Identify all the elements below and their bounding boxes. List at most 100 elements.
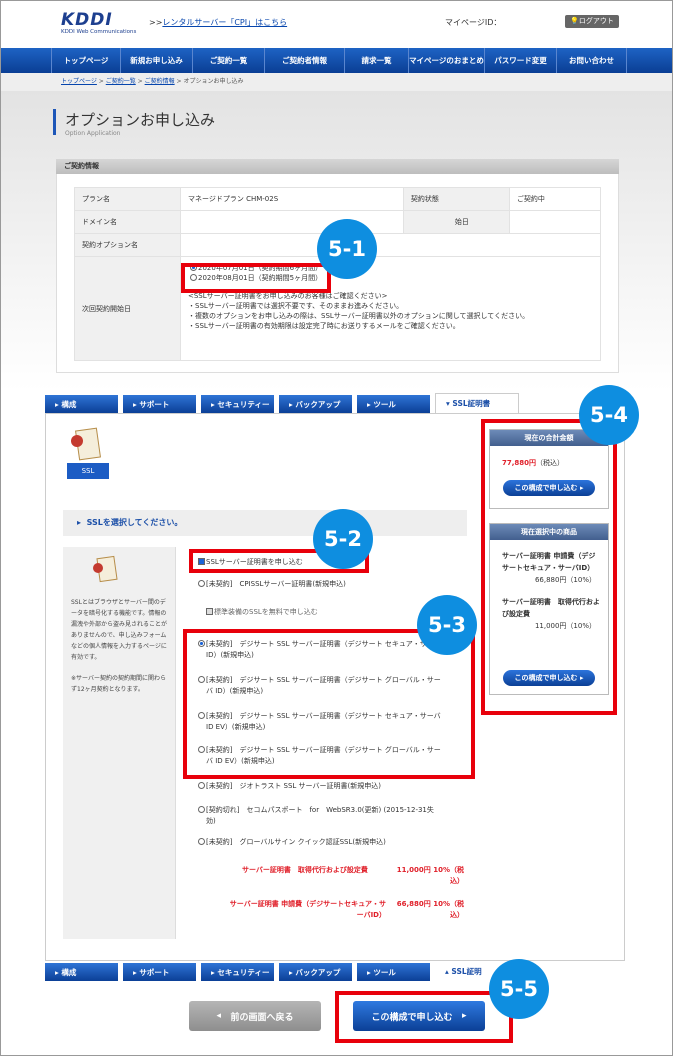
ssl-select-heading: ▸ SSLを選択してください。 (63, 510, 467, 536)
checkbox-icon[interactable] (206, 608, 213, 615)
cpi-link[interactable]: レンタルサーバー「CPI」はこちら (162, 18, 287, 27)
tab-support[interactable]: ▸ サポート (123, 963, 196, 981)
lightbulb-icon: 💡 (570, 17, 579, 25)
option-free-ssl[interactable]: 標準装備のSSLを無料で申し込む (206, 607, 318, 618)
cpi-link-row: >>レンタルサーバー「CPI」はこちら (149, 17, 287, 28)
breadcrumb-top[interactable]: トップページ (61, 78, 97, 85)
fee-label-text: サーバー証明書 申請費（デジサートセキュア・サ (229, 900, 386, 908)
fee-value-text-2: 込） (450, 877, 464, 885)
option-globalsign[interactable]: [未契約] グローバルサイン クイック認証SSL(新規申込) (198, 837, 386, 848)
breadcrumb-contract-info[interactable]: ご契約情報 (145, 78, 175, 85)
option-label: 契約オプション名 (74, 233, 181, 257)
tab-label: サポート (139, 399, 170, 409)
annotation-box-5-3 (183, 629, 475, 779)
tab-security[interactable]: ▸ セキュリティー (201, 395, 274, 413)
tab-label: サポート (139, 967, 170, 977)
nav-item-top[interactable]: トップページ (51, 48, 121, 73)
tab-config[interactable]: ▸ 構成 (45, 395, 118, 413)
radio-icon[interactable] (198, 782, 205, 789)
radio-icon[interactable] (198, 580, 205, 587)
nav-item-new[interactable]: 新規お申し込み (121, 48, 193, 73)
tab-label: セキュリティー (217, 967, 270, 977)
certificate-icon (93, 555, 119, 587)
nav-item-billing[interactable]: 請求一覧 (345, 48, 409, 73)
tab-security[interactable]: ▸ セキュリティー (201, 963, 274, 981)
fee-value-text: 66,880円 10%（税 (396, 900, 464, 908)
nav-item-password[interactable]: パスワード変更 (485, 48, 557, 73)
start-date-value (508, 210, 602, 234)
next-start-label: 次回契約開始日 (74, 256, 181, 361)
tab-label: ツール (373, 399, 396, 409)
annotation-badge-5-4: 5-4 (579, 385, 639, 445)
note-line: ・SSLサーバー証明書では選択不要です、そのままお進みください。 (188, 302, 404, 310)
back-button[interactable]: ◂ 前の画面へ戻る (189, 1001, 321, 1031)
nav-item-mypage-bundle[interactable]: マイページのおまとめ (409, 48, 485, 73)
tab-ssl[interactable]: ▾ SSL証明書 (435, 393, 519, 413)
option-label: [未契約] CPISSLサーバー証明書(新規申込) (206, 580, 346, 588)
option-label: [契約切れ] セコムパスポート for WebSR3.0(更新) (2015-1… (206, 806, 434, 814)
tab-bar-top: ▸ 構成 ▸ サポート ▸ セキュリティー ▸ バックアップ ▸ ツール ▾ S… (45, 393, 625, 413)
tab-support[interactable]: ▸ サポート (123, 395, 196, 413)
logout-label: ログアウト (578, 17, 614, 25)
page-title: オプションお申し込み (65, 111, 216, 129)
fee-label-text-2: ーバID） (356, 911, 386, 919)
fee-value-text-2: 込） (450, 911, 464, 919)
annotation-badge-5-2: 5-2 (313, 509, 373, 569)
header: KDDI KDDI Web Communications >>レンタルサーバー「… (1, 1, 672, 47)
nav-item-contracts[interactable]: ご契約一覧 (193, 48, 265, 73)
plan-value: マネージドプラン CHM-02S (180, 187, 404, 211)
option-label: [未契約] ジオトラスト SSL サーバー証明書(新規申込) (206, 782, 381, 790)
page-subtitle: Option Application (65, 130, 121, 137)
contract-info-heading: ご契約情報 (56, 159, 619, 174)
ssl-info-paragraph: SSLとはブラウザとサーバー間のデータを暗号化する機能です。情報の漏洩や外部から… (71, 599, 168, 661)
tab-label: セキュリティー (217, 399, 270, 409)
tab-label: 構成 (61, 399, 77, 409)
tab-label: バックアップ (295, 399, 341, 409)
kddi-logo[interactable]: KDDI KDDI Web Communications (61, 11, 141, 39)
main-nav: トップページ 新規お申し込み ご契約一覧 ご契約者情報 請求一覧 マイページのお… (1, 48, 672, 73)
status-label: 契約状態 (402, 187, 510, 211)
breadcrumb-current: オプションお申し込み (183, 78, 244, 85)
option-geotrust[interactable]: [未契約] ジオトラスト SSL サーバー証明書(新規申込) (198, 781, 381, 792)
option-value (180, 233, 601, 257)
fee-value: 66,880円 10%（税込） (394, 899, 464, 921)
ssl-info-text: SSLとはブラウザとサーバー間のデータを暗号化する機能です。情報の漏洩や外部から… (71, 597, 169, 695)
ssl-certificate-icon: SSL (67, 427, 109, 481)
note-line: ・複数のオプションをお申し込みの際は、SSLサーバー証明書以外のオプションに関し… (188, 312, 530, 320)
breadcrumb-contracts[interactable]: ご契約一覧 (106, 78, 136, 85)
tab-label: SSL証明書 (452, 399, 491, 408)
nav-item-contractor[interactable]: ご契約者情報 (265, 48, 345, 73)
ssl-select-heading-text: SSLを選択してください。 (86, 518, 183, 527)
radio-icon[interactable] (198, 838, 205, 845)
link-prefix: >> (149, 18, 163, 27)
fee-value-text: 11,000円 10%（税 (396, 866, 464, 874)
fee-label: サーバー証明書 取得代行および設定費 (242, 866, 368, 874)
annotation-box-5-4 (481, 419, 617, 715)
fee-label: サーバー証明書 申請費（デジサートセキュア・サーバID） (206, 899, 386, 921)
tab-label: ツール (373, 967, 396, 977)
annotation-badge-5-5: 5-5 (489, 959, 549, 1019)
annotation-box-5-5 (335, 991, 513, 1043)
tab-label: 構成 (61, 967, 77, 977)
ssl-info-note: ※サーバー契約の契約期間に関わらず12ヶ月契約となります。 (71, 675, 166, 693)
option-cpi[interactable]: [未契約] CPISSLサーバー証明書(新規申込) (198, 579, 346, 590)
logout-button[interactable]: 💡ログアウト (565, 15, 619, 28)
tab-label: バックアップ (295, 967, 341, 977)
tab-backup[interactable]: ▸ バックアップ (279, 963, 352, 981)
nav-item-contact[interactable]: お問い合わせ (557, 48, 627, 73)
tab-tools[interactable]: ▸ ツール (357, 395, 430, 413)
domain-label: ドメイン名 (74, 210, 181, 234)
option-label: [未契約] グローバルサイン クイック認証SSL(新規申込) (206, 838, 386, 846)
tab-backup[interactable]: ▸ バックアップ (279, 395, 352, 413)
tab-tools[interactable]: ▸ ツール (357, 963, 430, 981)
breadcrumb: トップページ > ご契約一覧 > ご契約情報 > オプションお申し込み (1, 73, 672, 91)
annotation-badge-5-1: 5-1 (317, 219, 377, 279)
option-secom[interactable]: [契約切れ] セコムパスポート for WebSR3.0(更新) (2015-1… (198, 805, 466, 827)
title-accent-bar (53, 109, 56, 135)
tab-config[interactable]: ▸ 構成 (45, 963, 118, 981)
fee-value: 11,000円 10%（税込） (394, 865, 464, 887)
plan-label: プラン名 (74, 187, 181, 211)
option-label-line2: 効) (206, 817, 216, 825)
radio-icon[interactable] (198, 806, 205, 813)
status-value: ご契約中 (508, 187, 602, 211)
